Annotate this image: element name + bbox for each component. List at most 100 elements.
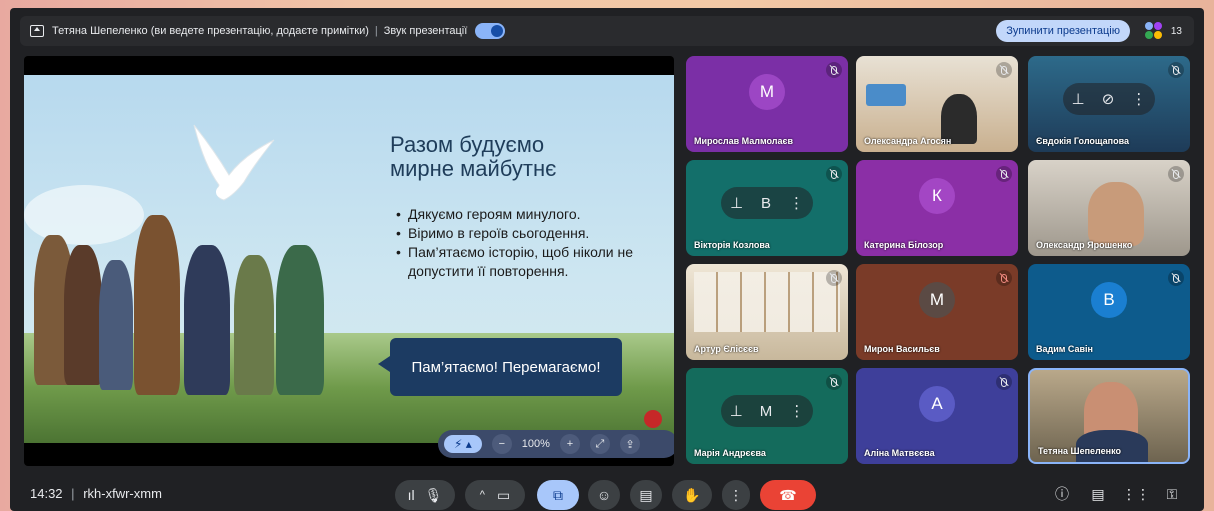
participant-name: Олександра Агосян (864, 136, 952, 146)
avatar-initial: М (759, 402, 773, 420)
participant-tile[interactable]: Артур Єлісєєв (686, 264, 848, 360)
video-bookshelf (694, 272, 840, 332)
participant-tile[interactable]: ⊥ В ⋮ Вікторія Козлова (686, 160, 848, 256)
bullet-item: Дякуємо героям минулого. (396, 205, 666, 224)
divider: | (71, 486, 75, 501)
pin-icon[interactable]: ⊥ (730, 194, 743, 212)
participant-name: Вадим Савін (1036, 344, 1093, 354)
participant-name: Олександр Ярошенко (1036, 240, 1133, 250)
participant-name: Тетяна Шепеленко (1038, 446, 1121, 456)
annotation-button[interactable]: ⚡ ▴ (444, 435, 482, 453)
more-options-icon[interactable]: ⋮ (1131, 90, 1146, 108)
cloud (24, 185, 144, 245)
presentation-sound-toggle[interactable] (475, 23, 506, 39)
people-icon (1144, 22, 1165, 40)
raise-hand-button[interactable]: ✋ (672, 480, 712, 510)
mic-off-icon (826, 62, 842, 78)
child-figure (134, 215, 180, 395)
child-figure (234, 255, 274, 395)
leave-call-button[interactable]: ☎ (760, 480, 816, 510)
stop-presenting-button[interactable]: Зупинити презентацію (996, 20, 1130, 42)
present-screen-icon: ⧉ (553, 486, 563, 503)
bullet-item: Віримо в героїв сьогодення. (396, 224, 666, 243)
hang-up-icon: ☎ (779, 486, 797, 503)
participant-tile-self[interactable]: Тетяна Шепеленко (1028, 368, 1190, 464)
child-figure (64, 245, 102, 385)
zoom-in-icon[interactable]: + (559, 434, 580, 454)
captions-button[interactable]: ▤ (630, 480, 662, 510)
avatar: А (919, 386, 955, 423)
slide-title-line: мирне майбутнє (390, 156, 557, 181)
participant-name: Катерина Білозор (864, 240, 944, 250)
present-button[interactable]: ⧉ (537, 480, 579, 510)
mic-off-icon (1168, 62, 1184, 78)
mic-off-icon (826, 166, 842, 182)
participant-tile[interactable]: ⊥ М ⋮ Марія Андрєєва (686, 368, 848, 464)
mic-off-icon (826, 374, 842, 390)
slide-title-line: Разом будуємо (390, 132, 545, 157)
share-icon[interactable]: ⇪ (619, 434, 640, 454)
avatar: М (919, 282, 955, 319)
chat-icon[interactable]: ▤ (1088, 484, 1108, 504)
more-vert-icon: ⋮ (729, 486, 743, 503)
meeting-code: rkh-xfwr-xmm (83, 486, 162, 501)
meeting-info: 14:32 | rkh-xfwr-xmm (30, 486, 162, 501)
tile-hover-controls: ⊥ ⊘ ⋮ (1063, 83, 1155, 116)
participant-name: Мирослав Малмолаєв (694, 136, 794, 146)
slide: Разом будуємо мирне майбутнє Дякуємо гер… (24, 75, 674, 443)
more-options-button[interactable]: ⋮ (722, 480, 750, 510)
participants-button[interactable]: 13 (1144, 22, 1182, 40)
participant-tile[interactable]: В Вадим Савін (1028, 264, 1190, 360)
participant-name: Марія Андрєєва (694, 448, 766, 458)
participant-tile[interactable]: А Аліна Матвєєва (856, 368, 1018, 464)
zoom-level: 100% (521, 438, 550, 450)
chevron-up-icon[interactable]: ^ (480, 489, 485, 501)
zoom-out-icon[interactable]: − (491, 434, 512, 454)
mic-off-icon (1168, 270, 1184, 286)
apps-grid-icon[interactable]: ⋮⋮ (1122, 484, 1150, 504)
participant-tile[interactable]: М Мирон Васильєв (856, 264, 1018, 360)
child-figure (99, 260, 133, 390)
participant-name: Євдокія Голощапова (1036, 136, 1129, 146)
bottom-toolbar: 14:32 | rkh-xfwr-xmm ıl 🎙 ^ ▭ ⧉ ☺ ▤ ✋ ⋮ … (10, 478, 1204, 511)
mute-participant-icon[interactable]: ⊘ (1102, 90, 1115, 108)
video-background (866, 84, 906, 106)
participant-tile[interactable]: ⊥ ⊘ ⋮ Євдокія Голощапова (1028, 56, 1190, 152)
fullscreen-icon[interactable]: ⤢ (589, 434, 610, 454)
reactions-button[interactable]: ☺ (588, 480, 620, 510)
host-controls-icon[interactable]: ⚿ (1162, 484, 1182, 504)
participant-name: Артур Єлісєєв (694, 344, 759, 354)
pin-icon[interactable]: ⊥ (730, 402, 743, 420)
info-icon[interactable]: ⓘ (1052, 484, 1072, 504)
camera-button[interactable]: ^ ▭ (465, 480, 525, 510)
child-figure (276, 245, 324, 395)
video-person (1088, 182, 1144, 246)
presenter-text: Тетяна Шепеленко (ви ведете презентацію,… (52, 25, 369, 37)
participant-tile[interactable]: M Мирослав Малмолаєв (686, 56, 848, 152)
mic-off-icon (996, 270, 1012, 286)
bullet-item: Пам’ятаємо історію, щоб ніколи не допуст… (396, 243, 666, 281)
microphone-icon: 🎙 (424, 486, 443, 503)
mic-off-icon (826, 270, 842, 286)
participant-name: Мирон Васильєв (864, 344, 940, 354)
microphone-button[interactable]: ıl 🎙 (395, 480, 455, 510)
participant-tile[interactable]: Олександр Ярошенко (1028, 160, 1190, 256)
present-screen-icon (30, 25, 44, 37)
presenting-banner: Тетяна Шепеленко (ви ведете презентацію,… (20, 16, 1194, 46)
avatar: К (919, 178, 955, 215)
dove-illustration (193, 124, 275, 201)
participant-tile[interactable]: К Катерина Білозор (856, 160, 1018, 256)
more-options-icon[interactable]: ⋮ (789, 194, 804, 212)
pin-icon[interactable]: ⊥ (1072, 90, 1085, 108)
poppy-flower (644, 410, 662, 428)
child-figure (184, 245, 230, 395)
mic-off-icon (996, 166, 1012, 182)
tile-hover-controls: ⊥ М ⋮ (721, 395, 813, 428)
slide-title: Разом будуємо мирне майбутнє (390, 133, 650, 181)
mic-off-icon (996, 62, 1012, 78)
captions-icon: ▤ (639, 486, 653, 503)
participant-tile[interactable]: Олександра Агосян (856, 56, 1018, 152)
avatar-initial: В (761, 194, 772, 212)
meet-window: Тетяна Шепеленко (ви ведете презентацію,… (10, 8, 1204, 511)
more-options-icon[interactable]: ⋮ (789, 402, 804, 420)
